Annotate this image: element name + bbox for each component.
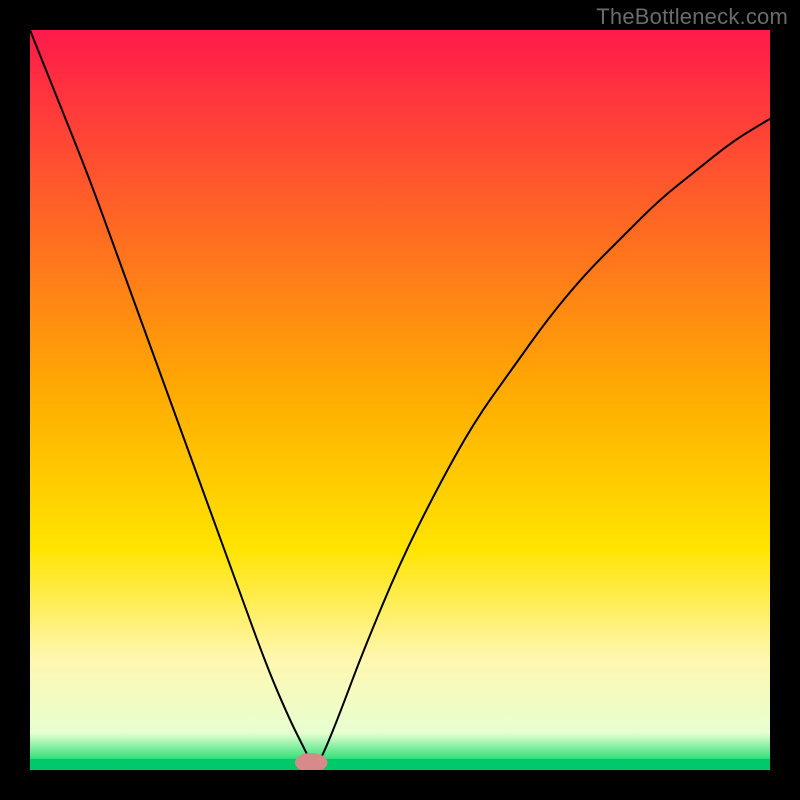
chart-frame: TheBottleneck.com — [0, 0, 800, 800]
baseline-band — [30, 759, 770, 770]
gradient-background — [30, 30, 770, 770]
chart-canvas — [30, 30, 770, 770]
watermark-text: TheBottleneck.com — [596, 4, 788, 30]
plot-area — [30, 30, 770, 770]
